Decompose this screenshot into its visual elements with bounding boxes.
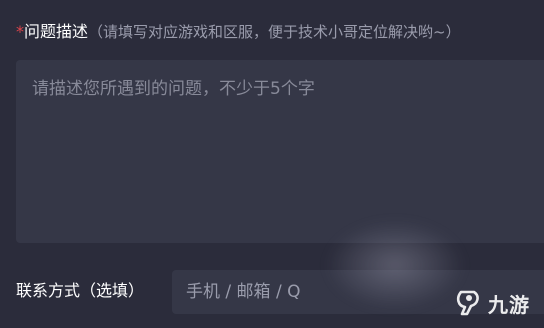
watermark-text: 九游 xyxy=(488,292,530,317)
contact-input-placeholder: 手机 / 邮箱 / Q xyxy=(186,282,301,302)
problem-description-textarea[interactable]: 请描述您所遇到的问题，不少于5个字 xyxy=(16,60,544,243)
feedback-form: *问题描述（请填写对应游戏和区服，便于技术小哥定位解决哟~） 请描述您所遇到的问… xyxy=(0,0,544,328)
problem-description-label: *问题描述（请填写对应游戏和区服，便于技术小哥定位解决哟~） xyxy=(16,20,461,44)
nine-game-logo-icon xyxy=(456,290,479,316)
blurred-overlay xyxy=(325,220,465,310)
problem-description-placeholder: 请描述您所遇到的问题，不少于5个字 xyxy=(32,79,315,99)
contact-label: 联系方式（选填） xyxy=(16,281,145,300)
required-mark: * xyxy=(16,22,24,41)
problem-description-title: 问题描述 xyxy=(24,22,89,41)
watermark-logo: 九游 xyxy=(454,288,530,318)
problem-description-hint: （请填写对应游戏和区服，便于技术小哥定位解决哟~） xyxy=(88,23,461,41)
